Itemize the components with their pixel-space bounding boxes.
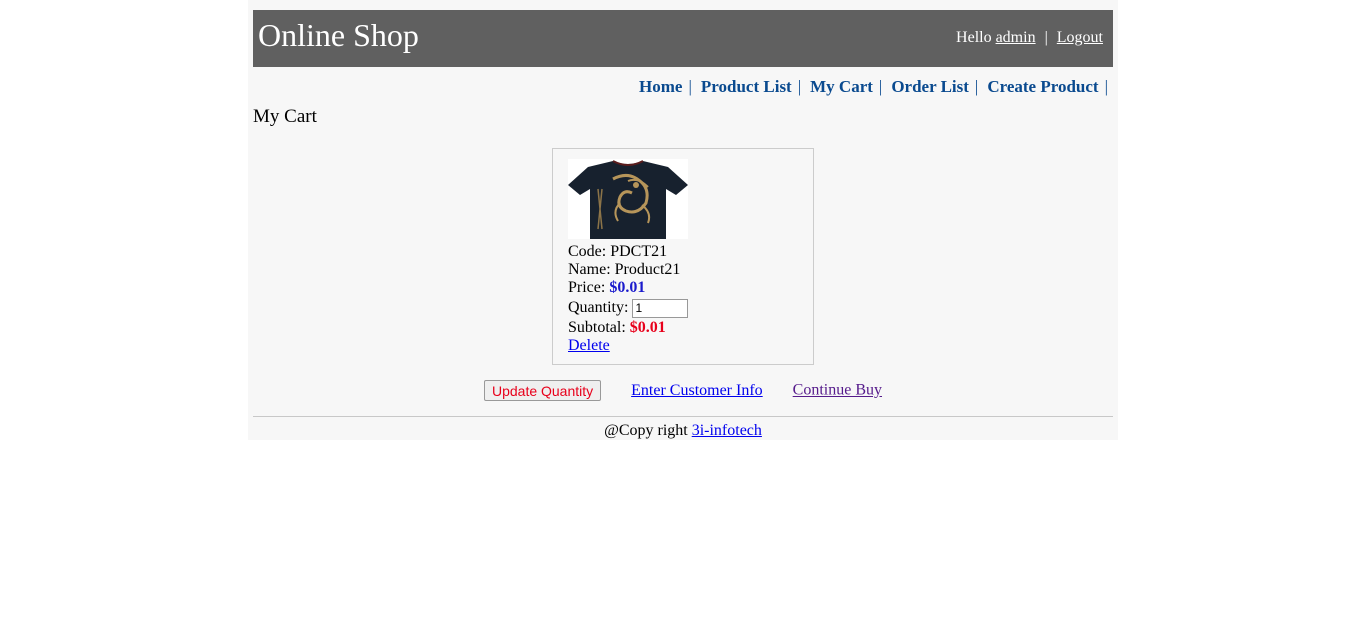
name-label: Name: [568, 261, 611, 278]
footer: @Copy right 3i-infotech [248, 422, 1118, 440]
menu-separator: | [688, 77, 692, 96]
quantity-label: Quantity: [568, 299, 629, 316]
menu-separator: | [797, 77, 802, 96]
greeting-text: Hello [956, 29, 992, 46]
cart-actions: Update Quantity Enter Customer Info Cont… [248, 380, 1118, 401]
logout-link[interactable]: Logout [1057, 29, 1103, 46]
menu-item-my-cart[interactable]: My Cart [810, 77, 873, 96]
name-row: Name: Product21 [568, 261, 688, 279]
update-quantity-button[interactable]: Update Quantity [483, 380, 602, 401]
copyright-text: @Copy right [604, 422, 688, 439]
user-info: Hello admin | Logout [956, 28, 1103, 48]
enter-customer-info-link[interactable]: Enter Customer Info [631, 382, 763, 399]
quantity-row: Quantity: [568, 297, 689, 319]
code-row: Code: PDCT21 [568, 243, 688, 261]
header-separator: | [1044, 29, 1048, 46]
menu-separator: | [878, 77, 883, 96]
quantity-input[interactable] [632, 298, 689, 318]
tshirt-product-image [568, 159, 688, 239]
name-value: Product21 [614, 261, 681, 278]
menu-item-create-product[interactable]: Create Product [987, 77, 1098, 96]
menu-separator: | [974, 77, 979, 96]
tshirt-icon [568, 159, 688, 239]
subtotal-label: Subtotal: [568, 319, 626, 336]
delete-link[interactable]: Delete [568, 337, 610, 354]
menu-item-order-list[interactable]: Order List [891, 77, 969, 96]
code-value: PDCT21 [610, 243, 668, 260]
code-label: Code: [568, 243, 607, 260]
continue-buy-link[interactable]: Continue Buy [793, 382, 882, 399]
price-label: Price: [568, 279, 606, 296]
menu-separator: | [1104, 77, 1108, 96]
subtotal-row: Subtotal: $0.01 [568, 319, 688, 337]
site-header: Online Shop Hello admin | Logout [253, 10, 1113, 67]
price-row: Price: $0.01 [568, 279, 688, 297]
site-title: Online Shop [258, 17, 419, 53]
main-menu: Home | Product List | My Cart | Order List | Cre… [639, 77, 1108, 97]
footer-divider [253, 416, 1113, 417]
cart-item: Code: PDCT21 Name: Product21 Price: $0.0… [552, 148, 814, 365]
subtotal-value: $0.01 [629, 319, 666, 336]
delete-row: Delete [568, 337, 688, 355]
menu-item-product-list[interactable]: Product List [701, 77, 792, 96]
price-value: $0.01 [609, 279, 646, 296]
username-link[interactable]: admin [996, 29, 1036, 46]
cart-item-details: Code: PDCT21 Name: Product21 Price: $0.0… [568, 243, 689, 355]
page-container: Online Shop Hello admin | Logout Home | Pr… [248, 0, 1118, 440]
menu-item-home[interactable]: Home [639, 77, 682, 96]
page-title: My Cart [253, 106, 317, 127]
company-link[interactable]: 3i-infotech [692, 422, 762, 439]
